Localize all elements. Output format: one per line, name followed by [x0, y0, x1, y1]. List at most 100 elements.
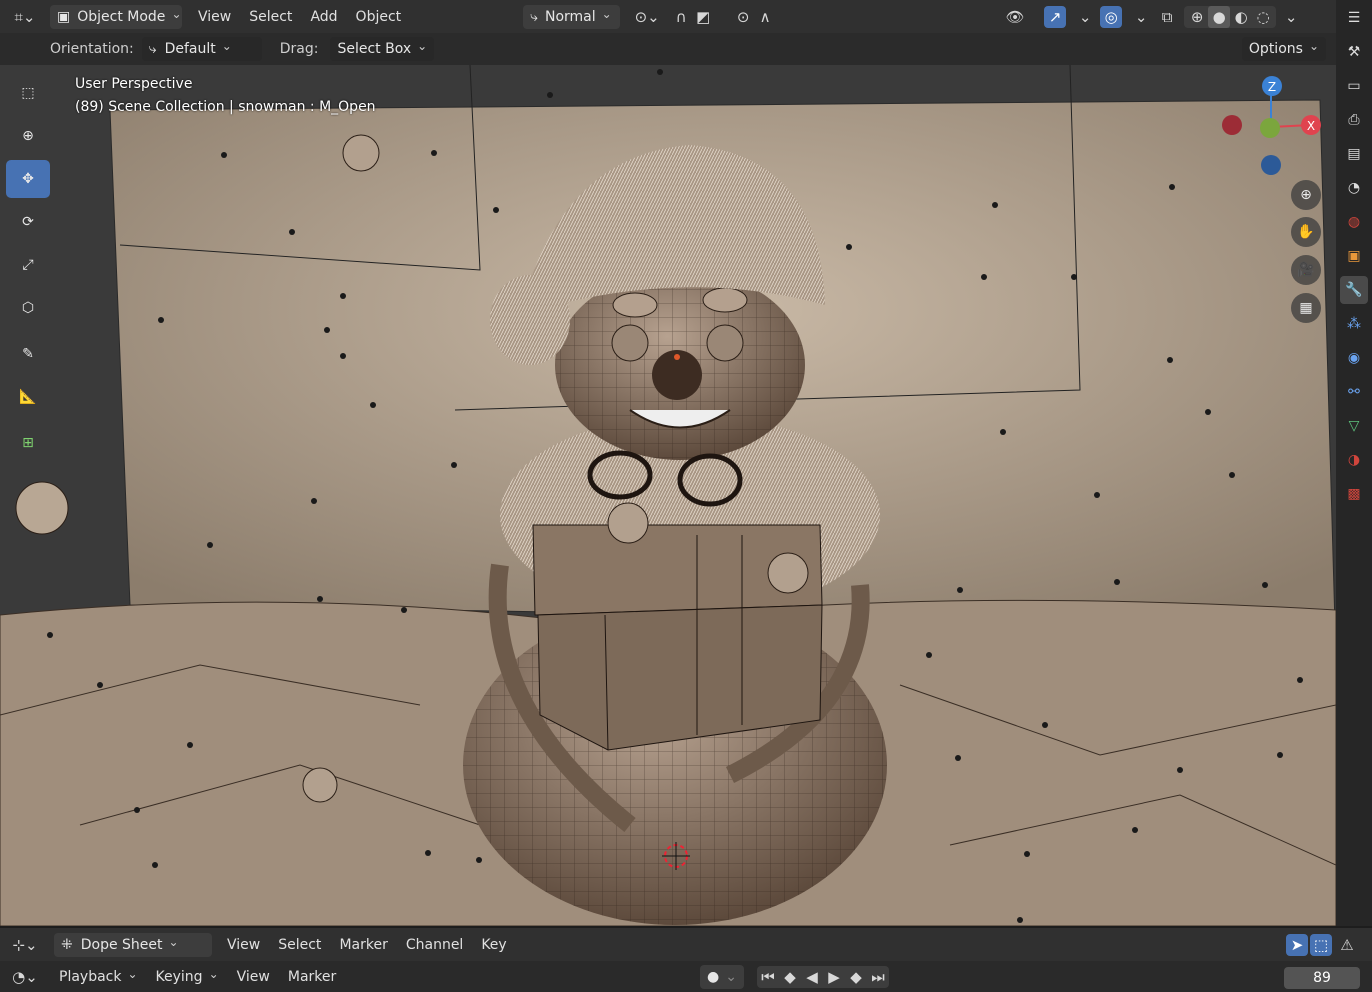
dope-mode-dropdown[interactable]: ⁜ Dope Sheet — [54, 932, 212, 957]
play-reverse-icon[interactable]: ◀ — [801, 966, 823, 988]
rotate-icon[interactable]: ⟳ — [6, 203, 50, 241]
mode-label: Object Mode — [77, 8, 166, 25]
visibility-icon[interactable]: 👁 — [998, 6, 1032, 28]
add-cube-icon[interactable]: ⊞ — [6, 424, 50, 462]
orientation-value: Default — [164, 41, 216, 57]
editor-type-icon[interactable]: ⌗⌄ — [8, 6, 42, 28]
particles-icon[interactable]: ⁂ — [1340, 310, 1368, 338]
neg-x-axis-dot[interactable] — [1222, 115, 1242, 135]
menu-icon[interactable]: ☰ — [1340, 4, 1368, 32]
drag-label: Drag: — [279, 41, 319, 57]
pivot-point-icon[interactable]: ⊙⌄ — [630, 6, 664, 28]
dope-menu-select[interactable]: Select — [269, 937, 330, 953]
tool-icon[interactable]: ⚒ — [1340, 38, 1368, 66]
options-dropdown[interactable]: Options — [1241, 37, 1326, 61]
transform-orientation-dropdown[interactable]: ⤷ Normal — [523, 4, 621, 29]
pan-hand-icon[interactable]: ✋ — [1291, 217, 1321, 247]
orientation-icon: ⤷ — [530, 8, 538, 25]
output-icon[interactable]: ⎙ — [1340, 106, 1368, 134]
z-axis-label: Z — [1268, 80, 1276, 94]
data-icon[interactable]: ▽ — [1340, 412, 1368, 440]
gizmo-icon[interactable]: ↗ — [1044, 5, 1067, 28]
dope-menu-marker[interactable]: Marker — [330, 937, 396, 953]
world-icon[interactable]: ◍ — [1340, 208, 1368, 236]
chevron-down-icon[interactable]: ⌄ — [1074, 6, 1096, 28]
prev-keyframe-icon[interactable]: ◆ — [779, 966, 801, 988]
dope-sheet-icon: ⁜ — [61, 936, 73, 953]
scale-icon[interactable]: ⤢ — [6, 246, 50, 284]
viewport-header: ⌗⌄ ▣ Object Mode View Select Add Object … — [0, 0, 1336, 33]
dope-sheet-header: ⊹⌄ ⁜ Dope Sheet View Select Marker Chann… — [0, 928, 1372, 961]
left-toolbar: ⬚ ⊕ ✥ ⟳ ⤢ ⬡ ✎ 📐 ⊞ — [6, 74, 54, 467]
falloff-icon[interactable]: ∧ — [754, 6, 776, 28]
dope-menu-view[interactable]: View — [218, 937, 269, 953]
timeline-menu-view[interactable]: View — [228, 969, 279, 985]
view-layer-icon[interactable]: ▤ — [1340, 140, 1368, 168]
measure-icon[interactable]: 📐 — [6, 378, 50, 416]
chevron-down-icon[interactable]: ⌄ — [1280, 6, 1302, 28]
current-frame-field[interactable]: 89 — [1284, 967, 1360, 989]
annotate-icon[interactable]: ✎ — [6, 335, 50, 373]
modifier-icon[interactable]: 🔧 — [1340, 276, 1368, 304]
overlay-icon[interactable]: ◎ — [1100, 5, 1123, 28]
proportional-edit-icon[interactable]: ⊙ — [732, 6, 754, 28]
orientation-label: Orientation: — [50, 41, 134, 57]
orientation-icon: ⤷ — [148, 41, 157, 57]
cursor-icon[interactable]: ⊕ — [6, 117, 50, 155]
properties-tabs: ☰ ⚒ ▭ ⎙ ▤ ◔ ◍ ▣ 🔧 ⁂ ◉ ⚯ ▽ ◑ ▩ — [1336, 0, 1372, 926]
menu-add[interactable]: Add — [301, 9, 346, 25]
only-selected-icon[interactable]: ➤ — [1286, 933, 1308, 956]
3d-viewport[interactable] — [0, 65, 1336, 926]
scene-icon[interactable]: ◔ — [1340, 174, 1368, 202]
solid-shading-icon[interactable]: ● — [1208, 5, 1231, 28]
timeline-menu-marker[interactable]: Marker — [279, 969, 345, 985]
orientation-dropdown[interactable]: ⤷ Default — [141, 37, 262, 61]
hidden-icon[interactable]: ⬚ — [1310, 933, 1332, 956]
ortho-grid-icon[interactable]: ▦ — [1291, 293, 1321, 323]
menu-view[interactable]: View — [189, 9, 240, 25]
navigation-gizmo[interactable]: Z X — [1212, 72, 1332, 182]
mode-dropdown[interactable]: ▣ Object Mode — [50, 4, 182, 29]
jump-end-icon[interactable]: ⏭ — [867, 966, 889, 988]
y-axis-dot[interactable] — [1260, 118, 1280, 138]
move-icon[interactable]: ✥ — [6, 160, 50, 198]
dope-editor-type-icon[interactable]: ⊹⌄ — [8, 934, 42, 956]
timeline-header: ◔⌄ Playback Keying View Marker ●⌄ ⏮ ◆ ◀ … — [0, 961, 1372, 992]
constraints-icon[interactable]: ⚯ — [1340, 378, 1368, 406]
tool-settings-bar: Orientation: ⤷ Default Drag: Select Box … — [0, 33, 1336, 65]
warning-icon[interactable]: ⚠ — [1336, 934, 1358, 956]
physics-icon[interactable]: ◉ — [1340, 344, 1368, 372]
menu-select[interactable]: Select — [240, 9, 301, 25]
jump-start-icon[interactable]: ⏮ — [757, 966, 779, 988]
select-box-icon[interactable]: ⬚ — [6, 74, 50, 112]
render-icon[interactable]: ▭ — [1340, 72, 1368, 100]
timeline-editor-icon[interactable]: ◔⌄ — [8, 966, 42, 988]
xray-icon[interactable]: ⧉ — [1156, 6, 1178, 28]
keying-menu[interactable]: Keying — [147, 969, 228, 985]
zoom-icon[interactable]: ⊕ — [1291, 180, 1321, 210]
scene-collection-label: (89) Scene Collection | snowman : M_Open — [75, 99, 376, 115]
dope-menu-channel[interactable]: Channel — [397, 937, 472, 953]
chevron-down-icon[interactable]: ⌄ — [1130, 6, 1152, 28]
snap-icon[interactable]: ∩ — [670, 6, 692, 28]
drag-dropdown[interactable]: Select Box — [330, 37, 435, 61]
menu-object[interactable]: Object — [347, 9, 411, 25]
dope-menu-key[interactable]: Key — [472, 937, 515, 953]
material-shading-icon[interactable]: ◐ — [1230, 6, 1252, 28]
wireframe-shading-icon[interactable]: ⊕ — [1186, 6, 1208, 28]
material-icon[interactable]: ◑ — [1340, 446, 1368, 474]
play-icon[interactable]: ▶ — [823, 966, 845, 988]
neg-z-axis-dot[interactable] — [1261, 155, 1281, 175]
x-axis-label: X — [1307, 119, 1315, 133]
camera-icon[interactable]: 🎥 — [1291, 255, 1321, 285]
playback-controls: ⏮ ◆ ◀ ▶ ◆ ⏭ — [757, 965, 889, 988]
playback-menu[interactable]: Playback — [50, 969, 147, 985]
view-perspective-label: User Perspective — [75, 76, 193, 92]
transform-icon[interactable]: ⬡ — [6, 289, 50, 327]
auto-keying-button[interactable]: ● ⌄ — [700, 964, 744, 989]
snap-target-icon[interactable]: ◩ — [692, 6, 714, 28]
next-keyframe-icon[interactable]: ◆ — [845, 966, 867, 988]
object-icon[interactable]: ▣ — [1340, 242, 1368, 270]
texture-icon[interactable]: ▩ — [1340, 480, 1368, 508]
rendered-shading-icon[interactable]: ◌ — [1252, 6, 1274, 28]
